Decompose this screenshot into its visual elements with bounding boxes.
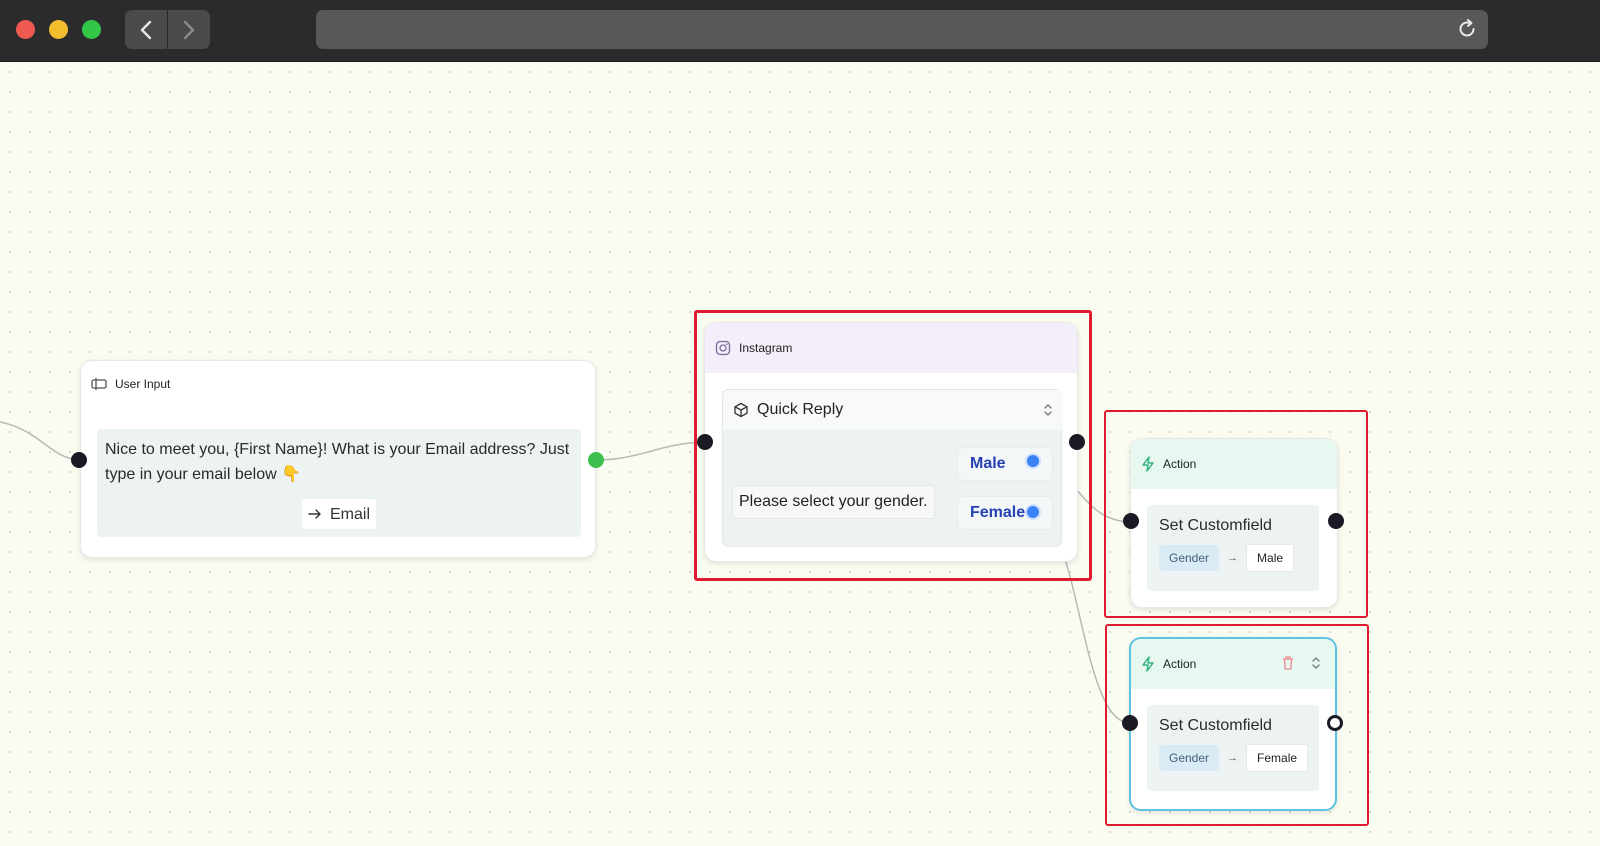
node-title: Instagram — [739, 341, 793, 355]
user-input-in-handle[interactable] — [71, 452, 87, 468]
field-name-chip: Gender — [1159, 545, 1220, 571]
action-female-out-handle[interactable] — [1327, 715, 1343, 731]
action-node-female[interactable]: Action Set Customfield Gender → Female — [1129, 637, 1337, 811]
user-input-icon — [91, 378, 107, 390]
node-header: User Input — [91, 377, 170, 391]
action-female-in-handle[interactable] — [1122, 715, 1138, 731]
action-male-in-handle[interactable] — [1123, 513, 1139, 529]
instagram-header: Instagram — [705, 323, 1077, 373]
action-header: Action — [1131, 639, 1335, 689]
message-text: Nice to meet you, {First Name}! What is … — [105, 441, 570, 483]
set-customfield-block[interactable]: Set Customfield Gender → Male — [1147, 505, 1319, 591]
expand-collapse-icon[interactable] — [1311, 655, 1321, 671]
option-label: Female — [970, 504, 1026, 521]
action-header: Action — [1131, 439, 1337, 489]
user-input-out-handle[interactable] — [588, 452, 604, 468]
address-bar[interactable] — [316, 10, 1488, 49]
reload-icon[interactable] — [1456, 18, 1478, 40]
quick-reply-prompt[interactable]: Please select your gender. — [732, 485, 935, 519]
instagram-out-handle[interactable] — [1069, 434, 1085, 450]
quick-reply-title: Quick Reply — [757, 401, 844, 418]
quick-reply-block[interactable]: Quick Reply Please select your gender. M… — [722, 389, 1063, 547]
action-node-male[interactable]: Action Set Customfield Gender → Male — [1130, 438, 1338, 608]
field-value-chip: Male — [1246, 544, 1295, 572]
message-bubble[interactable]: Nice to meet you, {First Name}! What is … — [97, 429, 581, 537]
instagram-in-handle[interactable] — [697, 434, 713, 450]
response-label: Email — [330, 505, 371, 523]
cube-icon — [734, 402, 748, 418]
field-name-chip: Gender — [1159, 745, 1220, 771]
close-window-button[interactable] — [16, 20, 35, 39]
option-male-handle[interactable] — [1025, 453, 1041, 469]
node-title: Action — [1163, 457, 1197, 471]
forward-button[interactable] — [168, 10, 210, 49]
trash-icon[interactable] — [1281, 655, 1295, 671]
user-input-node[interactable]: User Input Nice to meet you, {First Name… — [80, 360, 596, 558]
option-female-handle[interactable] — [1025, 504, 1041, 520]
email-response-chip[interactable]: Email — [302, 499, 377, 529]
browser-toolbar — [0, 0, 1600, 62]
lightning-icon — [1142, 656, 1154, 672]
instagram-node[interactable]: Instagram Quick Reply Please select your… — [704, 322, 1078, 562]
node-title: User Input — [115, 377, 171, 391]
node-title: Action — [1163, 657, 1197, 671]
chevron-right-icon — [183, 20, 195, 39]
action-title: Set Customfield — [1159, 717, 1272, 734]
field-value-chip: Female — [1246, 744, 1309, 772]
chevron-left-icon — [140, 20, 152, 39]
arrow-icon: → — [1227, 752, 1239, 764]
arrow-right-icon — [308, 509, 321, 519]
quick-reply-header: Quick Reply — [723, 390, 1063, 430]
zoom-window-button[interactable] — [82, 20, 101, 39]
expand-collapse-icon[interactable] — [1043, 402, 1053, 418]
set-customfield-block[interactable]: Set Customfield Gender → Female — [1147, 705, 1319, 791]
instagram-icon — [715, 340, 731, 356]
arrow-icon: → — [1227, 552, 1239, 564]
option-label: Male — [970, 455, 1006, 472]
lightning-icon — [1142, 456, 1154, 472]
action-title: Set Customfield — [1159, 517, 1272, 534]
back-button[interactable] — [125, 10, 167, 49]
action-male-out-handle[interactable] — [1328, 513, 1344, 529]
minimize-window-button[interactable] — [49, 20, 68, 39]
